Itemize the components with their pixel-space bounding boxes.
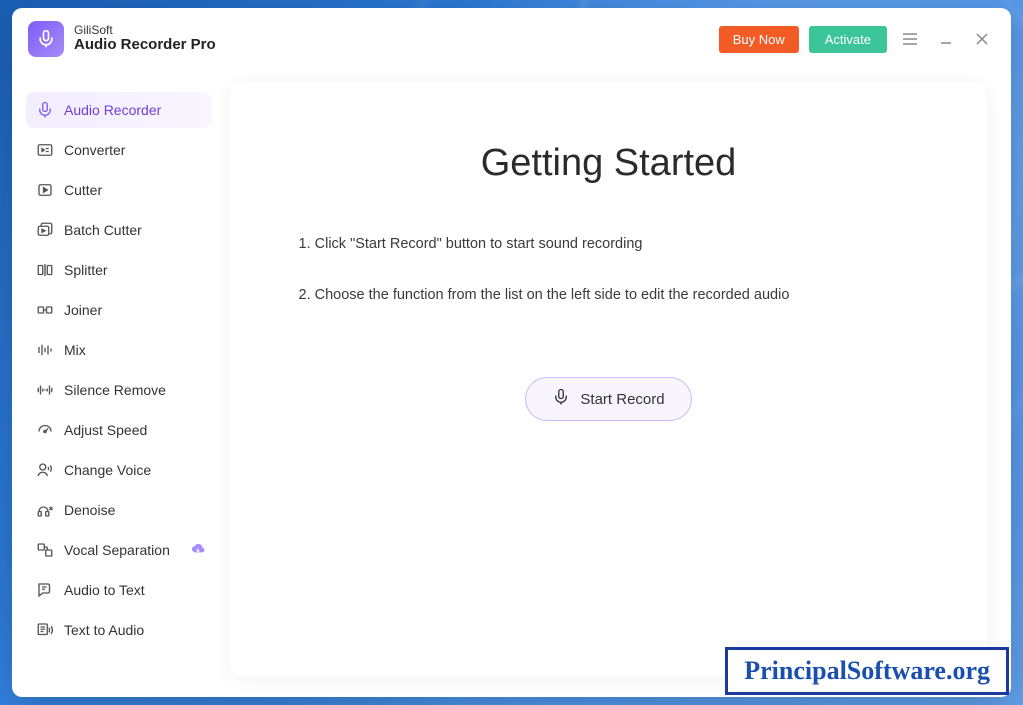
sidebar-item-change-voice[interactable]: Change Voice [26,452,212,488]
app-window: GiliSoft Audio Recorder Pro Buy Now Acti… [12,8,1011,697]
joiner-icon [36,301,54,319]
main-area: Getting Started 1. Click "Start Record" … [222,62,1011,697]
cutter-icon [36,181,54,199]
sidebar-item-label: Batch Cutter [64,222,142,238]
sidebar-item-label: Text to Audio [64,622,144,638]
sidebar-item-denoise[interactable]: Denoise [26,492,212,528]
menu-icon[interactable] [897,26,923,52]
sidebar: Audio Recorder Converter Cutter Batch Cu… [12,62,222,697]
voice-icon [36,461,54,479]
activate-button[interactable]: Activate [809,26,887,53]
sidebar-item-audio-to-text[interactable]: Audio to Text [26,572,212,608]
brand: GiliSoft Audio Recorder Pro [28,21,216,57]
content: Audio Recorder Converter Cutter Batch Cu… [12,62,1011,697]
audio-to-text-icon [36,581,54,599]
microphone-icon [36,29,56,49]
minimize-icon[interactable] [933,26,959,52]
watermark: PrincipalSoftware.org [725,647,1009,695]
cloud-download-icon [190,541,206,560]
sidebar-item-silence-remove[interactable]: Silence Remove [26,372,212,408]
start-record-label: Start Record [580,391,664,408]
splitter-icon [36,261,54,279]
steps-list: 1. Click "Start Record" button to start … [299,233,919,307]
silence-icon [36,381,54,399]
sidebar-item-label: Vocal Separation [64,542,170,558]
sidebar-item-splitter[interactable]: Splitter [26,252,212,288]
buy-now-button[interactable]: Buy Now [719,26,799,53]
sidebar-item-cutter[interactable]: Cutter [26,172,212,208]
sidebar-item-label: Cutter [64,182,102,198]
sidebar-item-audio-recorder[interactable]: Audio Recorder [26,92,212,128]
sidebar-item-label: Denoise [64,502,115,518]
step-1: 1. Click "Start Record" button to start … [299,233,919,256]
sidebar-item-mix[interactable]: Mix [26,332,212,368]
sidebar-item-vocal-separation[interactable]: Vocal Separation [26,532,212,568]
sidebar-item-label: Audio to Text [64,582,145,598]
start-record-button[interactable]: Start Record [525,377,691,421]
title-actions: Buy Now Activate [719,26,995,53]
sidebar-item-label: Converter [64,142,125,158]
batch-cutter-icon [36,221,54,239]
text-to-audio-icon [36,621,54,639]
sidebar-item-label: Silence Remove [64,382,166,398]
brand-text: GiliSoft Audio Recorder Pro [74,24,216,54]
sidebar-item-converter[interactable]: Converter [26,132,212,168]
sidebar-item-label: Splitter [64,262,108,278]
sidebar-item-label: Joiner [64,302,102,318]
sidebar-item-text-to-audio[interactable]: Text to Audio [26,612,212,648]
brand-line2: Audio Recorder Pro [74,37,216,54]
microphone-icon [552,388,570,410]
brand-logo [28,21,64,57]
vocal-sep-icon [36,541,54,559]
speed-icon [36,421,54,439]
close-icon[interactable] [969,26,995,52]
sidebar-item-batch-cutter[interactable]: Batch Cutter [26,212,212,248]
content-panel: Getting Started 1. Click "Start Record" … [230,82,987,677]
microphone-icon [36,101,54,119]
step-2: 2. Choose the function from the list on … [299,284,919,307]
sidebar-item-label: Audio Recorder [64,102,161,118]
page-title: Getting Started [270,142,947,185]
denoise-icon [36,501,54,519]
sidebar-item-label: Adjust Speed [64,422,147,438]
mix-icon [36,341,54,359]
sidebar-item-joiner[interactable]: Joiner [26,292,212,328]
sidebar-item-adjust-speed[interactable]: Adjust Speed [26,412,212,448]
sidebar-item-label: Change Voice [64,462,151,478]
sidebar-item-label: Mix [64,342,86,358]
converter-icon [36,141,54,159]
titlebar: GiliSoft Audio Recorder Pro Buy Now Acti… [12,8,1011,62]
